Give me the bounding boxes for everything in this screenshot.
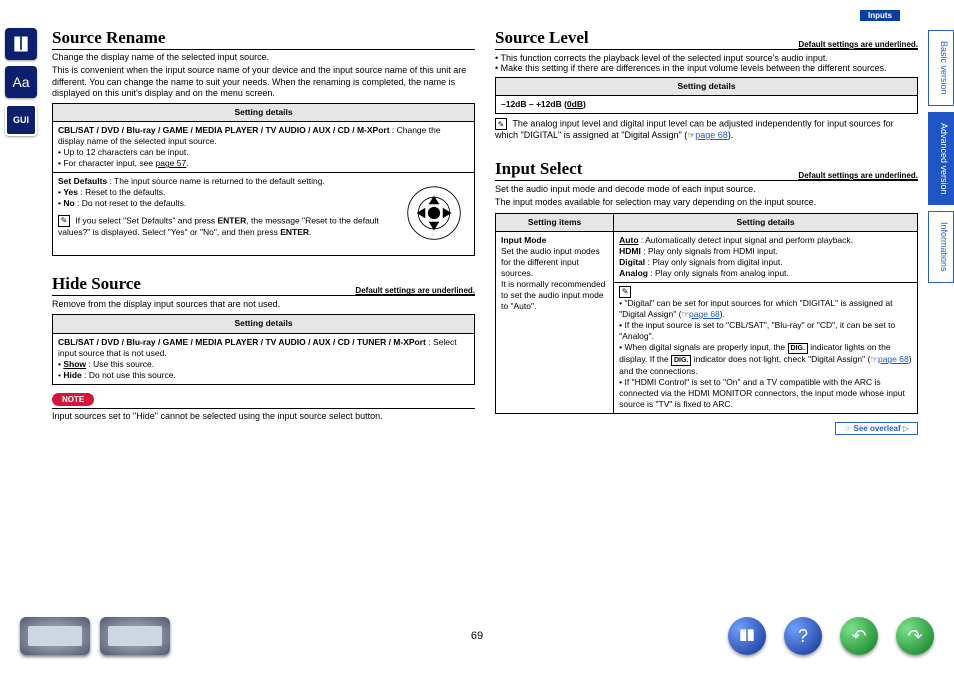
page68-link[interactable]: page 68 <box>695 130 728 140</box>
is-table: Setting items Setting details Input Mode… <box>495 213 918 415</box>
sr-table: Setting details CBL/SAT / DVD / Blu-ray … <box>52 103 475 256</box>
is-hdmi: HDMI <box>619 246 641 256</box>
dial-icon <box>399 178 469 248</box>
right-tabs: Basic version Advanced version Informati… <box>928 0 954 675</box>
hs-sources: CBL/SAT / DVD / Blu-ray / GAME / MEDIA P… <box>58 337 426 347</box>
device-front-button[interactable] <box>20 617 90 655</box>
hs-hide-t: : Do not use this source. <box>82 370 176 380</box>
input-select-title: Input Select <box>495 159 582 180</box>
tab-basic[interactable]: Basic version <box>928 30 954 106</box>
hs-show-t: : Use this source. <box>86 359 154 369</box>
pencil-icon: ✎ <box>619 286 631 298</box>
source-rename-title: Source Rename <box>52 28 475 50</box>
sr-tip: If you select "Set Defaults" and press E… <box>58 216 379 238</box>
is-analog: Analog <box>619 268 648 278</box>
nav-prev-icon[interactable]: ↶ <box>840 617 878 655</box>
footer: 69 ? ↶ ↷ <box>0 611 954 661</box>
glossary-icon[interactable]: Aa <box>5 66 37 98</box>
is-n4: If "HDMI Control" is set to "On" and a T… <box>619 377 905 409</box>
page-number: 69 <box>471 630 483 642</box>
sr-r1d: For character input, see <box>63 158 155 168</box>
is-left-desc: Set the audio input modes for the differ… <box>501 246 605 311</box>
is-digital: Digital <box>619 257 645 267</box>
nav-book-icon[interactable] <box>728 617 766 655</box>
pencil-icon: ✎ <box>495 118 507 130</box>
gui-icon[interactable]: GUI <box>5 104 37 136</box>
hs-defnote: Default settings are underlined. <box>355 286 475 295</box>
header-section: Inputs <box>860 10 900 21</box>
hide-source-section: Hide Source Default settings are underli… <box>52 274 475 422</box>
see-overleaf-link[interactable]: ☞ See overleaf <box>835 422 918 435</box>
sr-yes: Yes <box>63 187 78 197</box>
sr-no: No <box>63 198 74 208</box>
input-select-section: Input Select Default settings are underl… <box>495 159 918 414</box>
is-analog-t: : Play only signals from analog input. <box>648 268 789 278</box>
is-intro1: Set the audio input mode and decode mode… <box>495 184 918 195</box>
device-rear-button[interactable] <box>100 617 170 655</box>
sr-r1c: Up to 12 characters can be input. <box>63 147 188 157</box>
page68-link-3[interactable]: page 68 <box>878 354 909 364</box>
note-pill: NOTE <box>52 393 94 406</box>
sl-th: Setting details <box>496 78 918 96</box>
sl-b2: Make this setting if there are differenc… <box>501 63 887 73</box>
sr-yes-t: : Reset to the defaults. <box>78 187 165 197</box>
is-auto-t: : Automatically detect input signal and … <box>639 235 854 245</box>
sr-sources: CBL/SAT / DVD / Blu-ray / GAME / MEDIA P… <box>58 125 390 135</box>
sr-r2b: : The input source name is returned to t… <box>107 176 325 186</box>
sr-intro2: This is convenient when the input source… <box>52 65 475 99</box>
is-th-details: Setting details <box>614 213 918 231</box>
tab-advanced[interactable]: Advanced version <box>928 112 954 206</box>
pencil-icon: ✎ <box>58 215 70 227</box>
source-level-title: Source Level <box>495 28 589 49</box>
is-n1: "Digital" can be set for input sources f… <box>619 298 892 319</box>
nav-help-icon[interactable]: ? <box>784 617 822 655</box>
is-auto: Auto <box>619 235 638 245</box>
page57-link[interactable]: page 57 <box>155 158 186 168</box>
sr-setdef: Set Defaults <box>58 176 107 186</box>
book-icon[interactable] <box>5 28 37 60</box>
hs-th: Setting details <box>53 315 475 333</box>
sl-defnote: Default settings are underlined. <box>798 40 918 49</box>
right-column: Source Level Default settings are underl… <box>495 28 918 665</box>
sl-b1: This function corrects the playback leve… <box>501 53 828 63</box>
hide-source-title: Hide Source <box>52 274 141 295</box>
sr-no-t: : Do not reset to the defaults. <box>75 198 187 208</box>
left-column: Source Rename Change the display name of… <box>52 28 475 665</box>
is-hdmi-t: : Play only signals from HDMI input. <box>641 246 778 256</box>
hs-table: Setting details CBL/SAT / DVD / Blu-ray … <box>52 314 475 384</box>
is-n2: If the input source is set to "CBL/SAT",… <box>619 320 895 341</box>
is-digital-t: : Play only signals from digital input. <box>645 257 782 267</box>
page68-link-2[interactable]: page 68 <box>689 309 720 319</box>
nav-next-icon[interactable]: ↷ <box>896 617 934 655</box>
left-icon-rail: Aa GUI <box>0 0 42 675</box>
is-intro2: The input modes available for selection … <box>495 197 918 208</box>
is-th-items: Setting items <box>496 213 614 231</box>
hs-hide: Hide <box>63 370 81 380</box>
sl-range: –12dB – +12dB (0dB) <box>501 99 586 109</box>
hs-show: Show <box>63 359 86 369</box>
is-n3: When digital signals are properly input,… <box>619 342 912 377</box>
hs-intro: Remove from the display input sources th… <box>52 299 475 310</box>
source-level-section: Source Level Default settings are underl… <box>495 28 918 141</box>
sl-tip: The analog input level and digital input… <box>495 118 894 140</box>
sl-table: Setting details –12dB – +12dB (0dB) <box>495 77 918 114</box>
is-inputmode: Input Mode <box>501 235 546 245</box>
is-defnote: Default settings are underlined. <box>798 171 918 180</box>
sr-intro1: Change the display name of the selected … <box>52 52 475 63</box>
hs-note: Input sources set to "Hide" cannot be se… <box>52 408 475 422</box>
sr-th: Setting details <box>53 104 475 122</box>
tab-info[interactable]: Informations <box>928 211 954 283</box>
source-rename-section: Source Rename Change the display name of… <box>52 28 475 256</box>
